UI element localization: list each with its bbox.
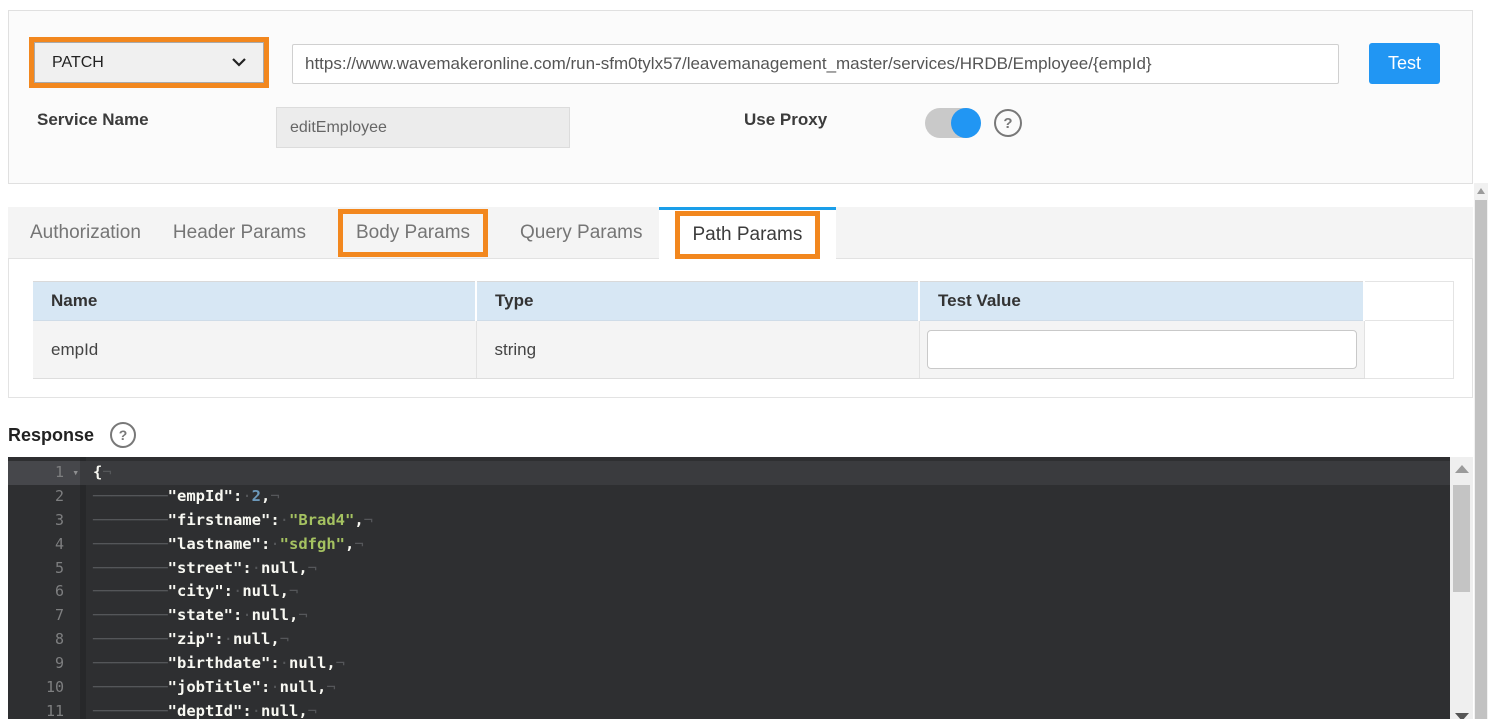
- gutter-line-number: 2: [8, 485, 80, 509]
- editor-scrollbar[interactable]: [1450, 457, 1473, 719]
- test-button[interactable]: Test: [1369, 43, 1440, 84]
- annotation-highlight-box: Path Params: [675, 211, 821, 259]
- tab-header-params[interactable]: Header Params: [157, 207, 322, 258]
- code-line-content: ────────"street":·null,¬: [80, 557, 1450, 581]
- gutter-line-number: 8: [8, 628, 80, 652]
- response-help-icon[interactable]: ?: [110, 422, 136, 448]
- request-panel: PATCH Test Service Name Use Proxy ?: [8, 10, 1473, 184]
- empty-cell: [1364, 321, 1453, 379]
- editor-line: 10────────"jobTitle":·null,¬: [8, 676, 1450, 700]
- code-line-content: ────────"firstname":·"Brad4",¬: [80, 509, 1450, 533]
- gutter-line-number: 1▾: [8, 461, 80, 485]
- code-line-content: ────────"city":·null,¬: [80, 580, 1450, 604]
- test-value-input[interactable]: [927, 330, 1357, 369]
- service-name-input[interactable]: [276, 107, 570, 148]
- editor-line: 2────────"empId":·2,¬: [8, 485, 1450, 509]
- editor-line: 8────────"zip":·null,¬: [8, 628, 1450, 652]
- chevron-down-icon: [231, 54, 247, 72]
- code-line-content: ────────"zip":·null,¬: [80, 628, 1450, 652]
- use-proxy-help-icon[interactable]: ?: [994, 109, 1022, 137]
- tab-body-params[interactable]: Body Params: [322, 207, 504, 258]
- param-name-cell: empId: [33, 321, 476, 379]
- tab-authorization[interactable]: Authorization: [14, 207, 157, 258]
- code-line-content: ────────"jobTitle":·null,¬: [80, 676, 1450, 700]
- editor-scrollbar-thumb[interactable]: [1453, 485, 1470, 592]
- tabs-bar: Authorization Header Params Body Params Que…: [8, 207, 1473, 259]
- page-scroll-up-icon[interactable]: [1477, 188, 1485, 194]
- scroll-down-icon[interactable]: [1455, 713, 1469, 719]
- gutter-line-number: 7: [8, 604, 80, 628]
- page-scrollbar[interactable]: [1474, 183, 1488, 719]
- column-header-name: Name: [33, 282, 476, 321]
- column-header-empty: [1364, 282, 1453, 321]
- tab-query-params[interactable]: Query Params: [504, 207, 658, 258]
- tab-label: Body Params: [356, 222, 470, 243]
- url-input[interactable]: [292, 44, 1339, 84]
- param-test-value-cell: [919, 321, 1364, 379]
- tab-label: Path Params: [693, 224, 803, 245]
- column-header-type: Type: [476, 282, 919, 321]
- gutter-line-number: 5: [8, 557, 80, 581]
- editor-line: 9────────"birthdate":·null,¬: [8, 652, 1450, 676]
- param-type-cell: string: [476, 321, 919, 379]
- code-line-content: {¬: [80, 461, 1450, 485]
- editor-line: 3────────"firstname":·"Brad4",¬: [8, 509, 1450, 533]
- tab-label: Header Params: [173, 222, 306, 244]
- annotation-highlight-box: Body Params: [338, 209, 488, 257]
- response-code-editor[interactable]: 1▾{¬2────────"empId":·2,¬3────────"first…: [8, 457, 1450, 719]
- page-scrollbar-thumb[interactable]: [1475, 200, 1487, 719]
- gutter-line-number: 4: [8, 533, 80, 557]
- editor-line: 6────────"city":·null,¬: [8, 580, 1450, 604]
- tab-label: Authorization: [30, 222, 141, 244]
- code-line-content: ────────"empId":·2,¬: [80, 485, 1450, 509]
- use-proxy-label: Use Proxy: [744, 110, 827, 130]
- gutter-line-number: 3: [8, 509, 80, 533]
- column-header-test-value: Test Value: [919, 282, 1364, 321]
- params-panel: NameTypeTest Value empIdstring: [8, 259, 1473, 398]
- table-row: empIdstring: [33, 321, 1453, 379]
- scroll-up-icon[interactable]: [1455, 465, 1469, 473]
- annotation-box-method: PATCH: [29, 37, 269, 88]
- gutter-line-number: 6: [8, 580, 80, 604]
- gutter-line-number: 9: [8, 652, 80, 676]
- code-line-content: ────────"birthdate":·null,¬: [80, 652, 1450, 676]
- tab-path-params[interactable]: Path Params: [659, 207, 837, 259]
- response-label: Response: [8, 425, 94, 446]
- gutter-line-number: 10: [8, 676, 80, 700]
- editor-line: 7────────"state":·null,¬: [8, 604, 1450, 628]
- editor-line: 11────────"deptId":·null,¬: [8, 700, 1450, 719]
- toggle-knob: [951, 108, 981, 138]
- use-proxy-toggle[interactable]: [925, 108, 980, 138]
- editor-line: 4────────"lastname":·"sdfgh",¬: [8, 533, 1450, 557]
- fold-arrow-icon[interactable]: ▾: [72, 461, 79, 485]
- tab-label: Query Params: [520, 222, 642, 244]
- method-select-value: PATCH: [52, 54, 104, 72]
- service-name-label: Service Name: [37, 110, 149, 130]
- code-line-content: ────────"state":·null,¬: [80, 604, 1450, 628]
- editor-line: 1▾{¬: [8, 461, 1450, 485]
- method-select[interactable]: PATCH: [34, 42, 264, 83]
- path-params-table: NameTypeTest Value empIdstring: [33, 281, 1454, 379]
- gutter-line-number: 11: [8, 700, 80, 719]
- code-line-content: ────────"deptId":·null,¬: [80, 700, 1450, 719]
- code-line-content: ────────"lastname":·"sdfgh",¬: [80, 533, 1450, 557]
- editor-line: 5────────"street":·null,¬: [8, 557, 1450, 581]
